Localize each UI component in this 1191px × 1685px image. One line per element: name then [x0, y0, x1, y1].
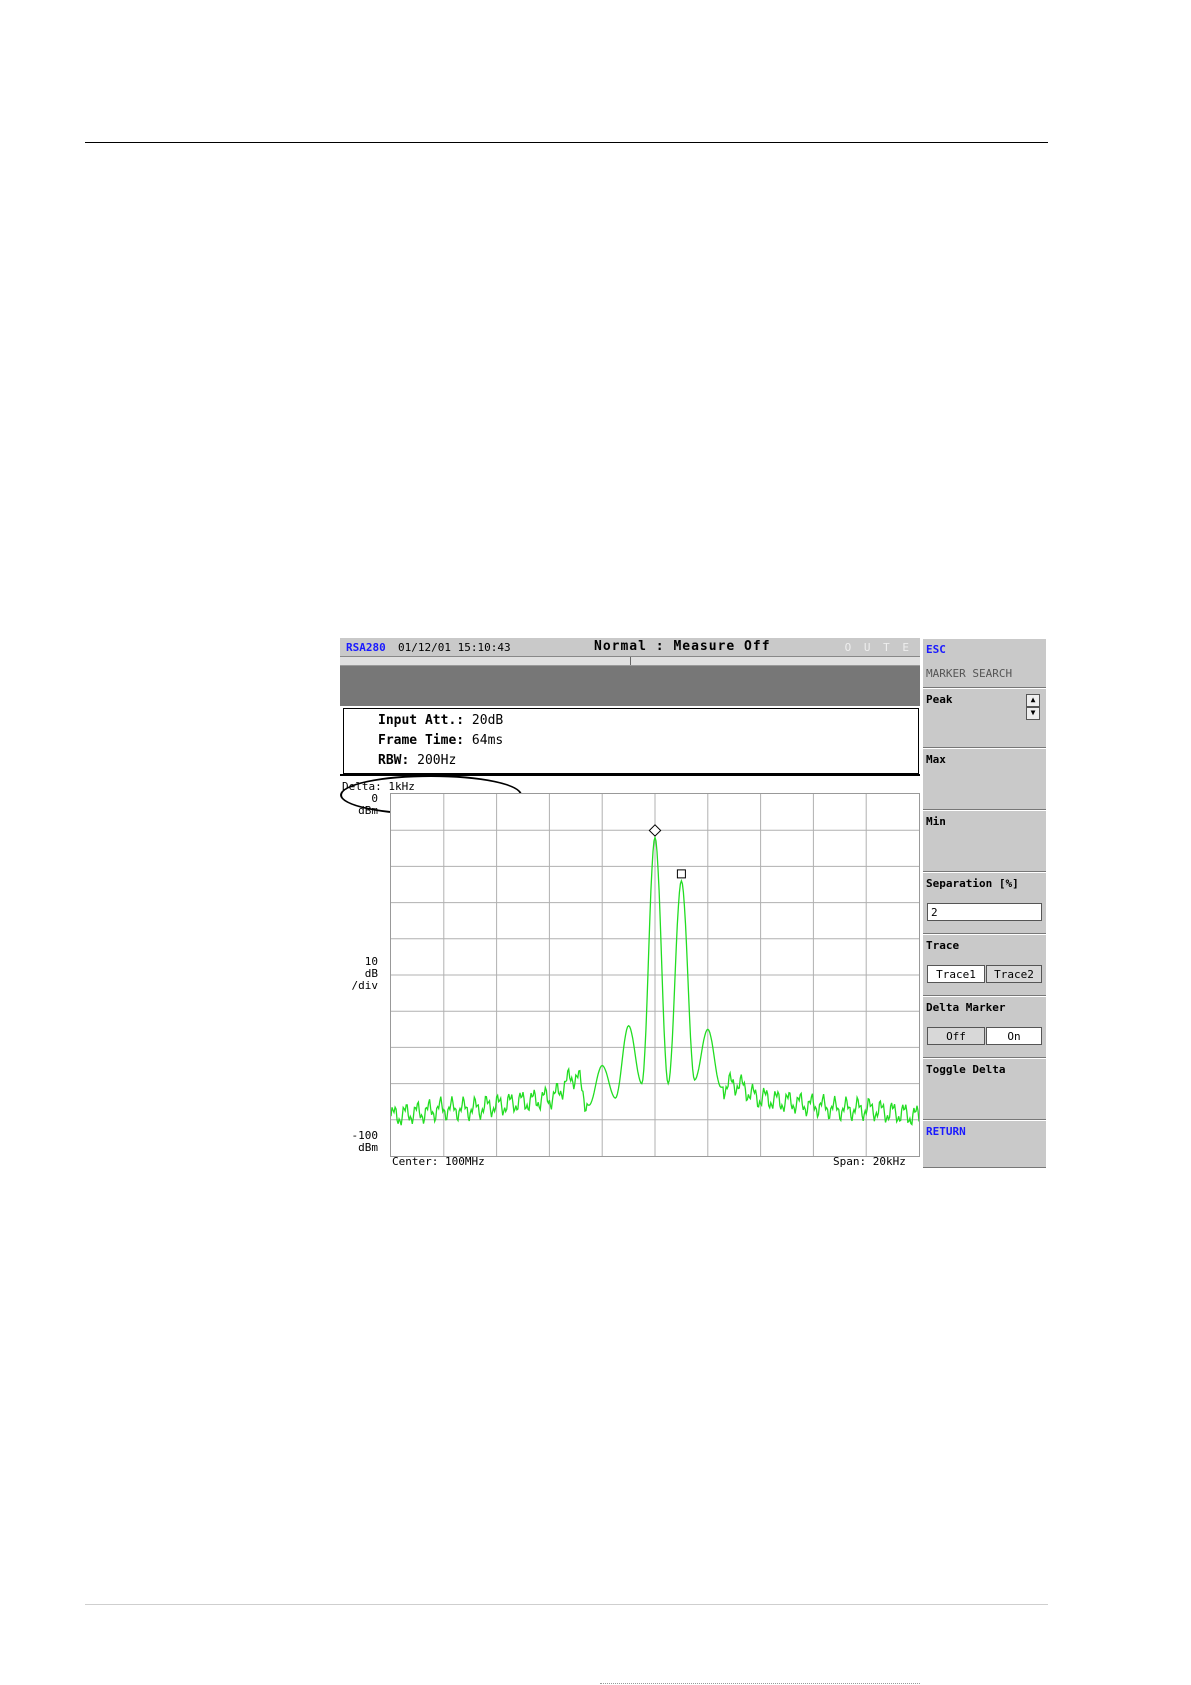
separation-label: Separation [%] — [926, 877, 1019, 890]
scroll-down-icon[interactable]: ▼ — [1026, 707, 1040, 720]
y-scale-label: 10 dB /div — [332, 956, 379, 992]
delta-marker-control: Delta Marker Off On — [923, 996, 1046, 1058]
min-button[interactable]: Min — [923, 810, 1046, 872]
max-button[interactable]: Max — [923, 748, 1046, 810]
spectrum-plot[interactable] — [390, 793, 920, 1157]
input-att-label: Input Att.: — [378, 713, 465, 728]
y-top-label: 0 dBm — [332, 793, 378, 817]
delta-frequency: Delta: 1kHz — [342, 780, 415, 793]
delta-off-button[interactable]: Off — [927, 1027, 985, 1045]
footer-dots — [600, 1683, 920, 1684]
min-label: Min — [926, 815, 946, 828]
delta-on-button[interactable]: On — [986, 1027, 1042, 1045]
mode-title: Normal : Measure Off — [594, 639, 771, 654]
settings-panel: Input Att.: 20dB Frame Time: 64ms RBW: 2… — [343, 708, 919, 774]
separation-input[interactable]: 2 — [927, 903, 1042, 921]
trace-control: Trace Trace1 Trace2 — [923, 934, 1046, 996]
rbw-row: RBW: 200Hz — [378, 753, 456, 768]
menu-title: MARKER SEARCH — [926, 667, 1013, 680]
softkey-menu: ESC MARKER SEARCH Peak ▲ ▼ Max Min Separ… — [923, 638, 1046, 1168]
delta-marker-label: Delta Marker — [926, 1001, 1006, 1014]
status-bar: RSA280 01/12/01 15:10:43 Normal : Measur… — [340, 638, 920, 657]
frame-time-label: Frame Time: — [378, 733, 465, 748]
input-att-row: Input Att.: 20dB — [378, 713, 503, 728]
peak-button[interactable]: Peak ▲ ▼ — [923, 688, 1046, 748]
y-bottom-label: -100 dBm — [332, 1130, 379, 1154]
page-top-rule — [85, 142, 1048, 143]
peak-label: Peak — [926, 693, 953, 706]
trace1-button[interactable]: Trace1 — [927, 965, 985, 983]
progress-tick — [630, 657, 631, 665]
toggle-delta-button[interactable]: Toggle Delta — [923, 1058, 1046, 1120]
center-frequency-label: Center: 100MHz — [392, 1155, 485, 1168]
trace2-button[interactable]: Trace2 — [986, 965, 1042, 983]
status-flags: O U T E — [844, 641, 912, 654]
progress-strip — [340, 657, 920, 666]
frame-time-row: Frame Time: 64ms — [378, 733, 503, 748]
esc-label: ESC — [926, 643, 946, 656]
y-scale-per: /div — [351, 979, 379, 992]
page-bottom-rule — [85, 1604, 1048, 1605]
return-button[interactable]: RETURN — [923, 1120, 1046, 1168]
date-time: 01/12/01 15:10:43 — [398, 641, 511, 654]
rbw-value: 200Hz — [417, 753, 457, 768]
main-marker-icon[interactable] — [648, 824, 662, 837]
model-name: RSA280 — [346, 641, 386, 654]
delta-marker-icon[interactable] — [676, 869, 686, 879]
spectrum-svg — [390, 794, 920, 1156]
separation-control[interactable]: Separation [%] 2 — [923, 872, 1046, 934]
toggle-delta-label: Toggle Delta — [926, 1063, 1006, 1076]
frame-time-value: 64ms — [471, 733, 504, 748]
trace-label: Trace — [926, 939, 960, 952]
analyzer-window: RSA280 01/12/01 15:10:43 Normal : Measur… — [340, 638, 1046, 1168]
esc-button[interactable]: ESC MARKER SEARCH — [923, 638, 1046, 688]
return-label: RETURN — [926, 1125, 966, 1138]
input-att-value: 20dB — [471, 713, 504, 728]
scroll-up-icon[interactable]: ▲ — [1026, 694, 1040, 707]
header-band — [340, 666, 920, 706]
rbw-label: RBW: — [378, 753, 410, 768]
max-label: Max — [926, 753, 946, 766]
y-top-unit: dBm — [358, 804, 378, 817]
span-label: Span: 20kHz — [833, 1155, 906, 1168]
y-bottom-unit: dBm — [358, 1141, 378, 1154]
